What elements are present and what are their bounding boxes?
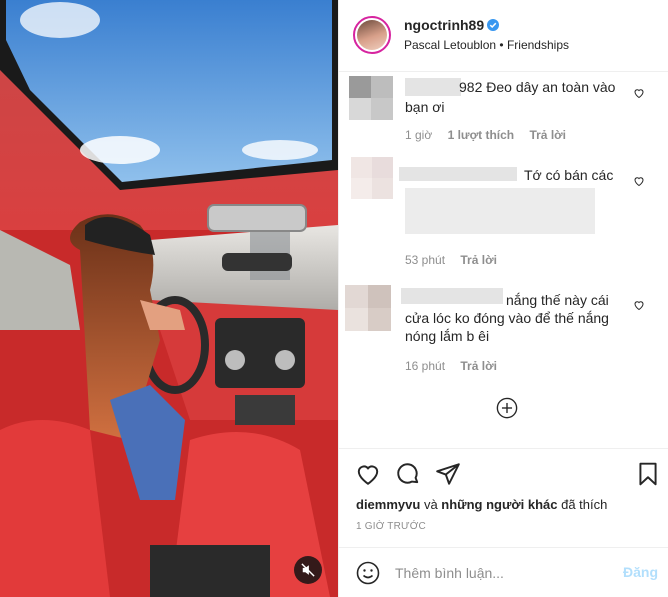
like-comment-heart-icon[interactable]	[633, 87, 645, 99]
author-username[interactable]: ngoctrinh89	[404, 17, 484, 33]
comment-time: 16 phút	[405, 359, 446, 373]
author-avatar[interactable]	[353, 16, 391, 54]
post-actions: diemmyvu và những người khác đã thích 1 …	[339, 448, 668, 548]
blurred-username	[405, 78, 461, 96]
audio-artist-link[interactable]: Pascal Letoublon	[404, 38, 496, 52]
comment-time: 1 giờ	[405, 128, 433, 142]
comment-text: 982 Đeo dây an toàn vào	[459, 79, 616, 95]
comment-text-cont: cửa lóc ko đóng vào để thế nắng	[405, 310, 609, 326]
comment-meta: 53 phút Trả lời	[405, 253, 509, 267]
audio-song-link[interactable]: Friendships	[507, 38, 569, 52]
verified-badge-icon	[487, 19, 499, 31]
add-comments-icon[interactable]	[496, 397, 518, 419]
comment-avatar[interactable]	[351, 157, 395, 201]
blurred-username	[401, 288, 503, 304]
liker-username[interactable]: diemmyvu	[356, 497, 420, 512]
comment-meta: 16 phút Trả lời	[405, 359, 509, 373]
comment-composer: Đăng	[339, 547, 668, 597]
like-comment-heart-icon[interactable]	[633, 299, 645, 311]
audio-info: Pascal Letoublon • Friendships	[404, 38, 569, 52]
comment-reply-button[interactable]: Trả lời	[460, 253, 497, 267]
comment-input[interactable]	[395, 562, 605, 584]
post-timestamp[interactable]: 1 GIỜ TRƯỚC	[356, 521, 426, 532]
comment-likes-count[interactable]: 1 lượt thích	[448, 128, 515, 142]
car-interior-photo	[0, 0, 338, 597]
mute-toggle-button[interactable]	[294, 556, 322, 584]
likes-connector: và	[423, 497, 438, 512]
post-details-panel: ngoctrinh89 Pascal Letoublon • Friendshi…	[338, 0, 668, 597]
comment-reply-button[interactable]: Trả lời	[529, 128, 566, 142]
comment-reply-button[interactable]: Trả lời	[460, 359, 497, 373]
post-media-video[interactable]	[0, 0, 338, 597]
audio-separator: •	[499, 38, 504, 52]
heart-icon[interactable]	[355, 461, 381, 487]
comment-text-cont: nóng lắm b êi	[405, 328, 490, 344]
share-icon[interactable]	[435, 461, 461, 487]
comment-time: 53 phút	[405, 253, 446, 267]
comment-icon[interactable]	[395, 461, 421, 487]
likes-summary: diemmyvu và những người khác đã thích	[356, 497, 607, 512]
comment-avatar[interactable]	[349, 76, 393, 120]
blurred-comment-content	[405, 188, 595, 234]
comment-text-cont: bạn ơi	[405, 99, 445, 115]
emoji-icon[interactable]	[356, 561, 380, 585]
muted-audio-icon	[301, 563, 315, 577]
save-icon[interactable]	[635, 461, 661, 487]
post-comment-button[interactable]: Đăng	[623, 564, 658, 580]
post-header: ngoctrinh89 Pascal Letoublon • Friendshi…	[339, 0, 668, 72]
comment-meta: 1 giờ 1 lượt thích Trả lời	[405, 128, 578, 142]
blurred-username	[399, 167, 517, 181]
comment-avatar[interactable]	[345, 285, 391, 331]
comment-text: Tớ có bán các	[524, 167, 614, 183]
likes-others-link[interactable]: những người khác	[441, 497, 557, 512]
likes-suffix: đã thích	[561, 497, 608, 512]
comment-text: nắng thế này cái	[506, 292, 609, 308]
like-comment-heart-icon[interactable]	[633, 175, 645, 187]
